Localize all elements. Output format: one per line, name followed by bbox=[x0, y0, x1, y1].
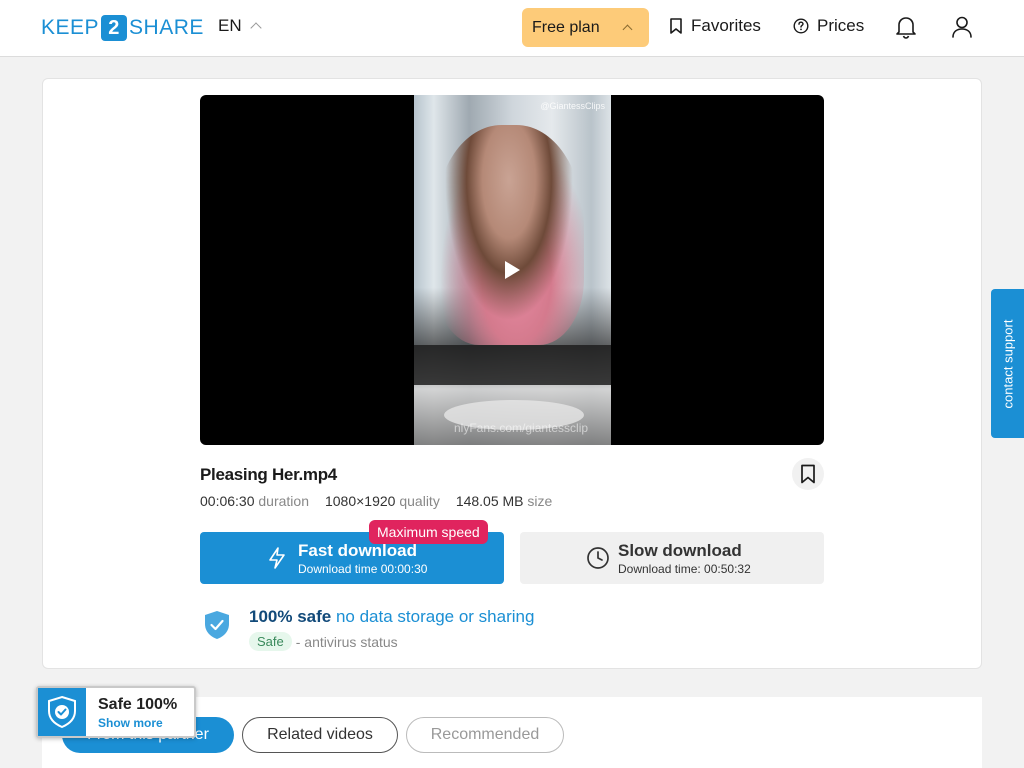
video-desk bbox=[414, 345, 611, 385]
maximum-speed-badge: Maximum speed bbox=[369, 520, 488, 544]
logo-text-left: KEEP bbox=[41, 16, 100, 39]
file-title: Pleasing Her.mp4 bbox=[200, 465, 337, 484]
file-meta: 00:06:30 duration 1080×1920 quality 148.… bbox=[200, 493, 552, 509]
prices-label: Prices bbox=[817, 16, 865, 35]
fast-download-time: Download time 00:00:30 bbox=[298, 562, 428, 576]
tab-related-videos[interactable]: Related videos bbox=[242, 717, 398, 753]
language-label: EN bbox=[218, 16, 242, 35]
safety-strong: 100% safe bbox=[249, 607, 332, 626]
safe-badge-show-more[interactable]: Show more bbox=[98, 716, 163, 730]
video-player[interactable]: @GiantessClips nlyFans.com/giantessclip bbox=[200, 95, 824, 445]
duration-value: 00:06:30 bbox=[200, 493, 255, 509]
antivirus-pill: Safe bbox=[249, 632, 292, 651]
bookmark-icon bbox=[801, 464, 815, 484]
clock-icon bbox=[587, 547, 609, 569]
plan-dropdown[interactable]: Free plan bbox=[522, 8, 649, 47]
bookmark-button[interactable] bbox=[792, 458, 824, 490]
chevron-up-icon bbox=[622, 24, 633, 35]
play-icon[interactable] bbox=[505, 261, 520, 279]
notifications-button[interactable] bbox=[895, 15, 917, 44]
duration-label: duration bbox=[258, 493, 309, 509]
safe-badge[interactable]: Safe 100% Show more bbox=[36, 686, 196, 738]
language-selector[interactable]: EN bbox=[218, 16, 262, 36]
contact-support-label: contact support bbox=[1000, 319, 1015, 408]
watermark-top: @GiantessClips bbox=[540, 101, 605, 111]
fast-download-title: Fast download bbox=[298, 541, 417, 560]
nav-prices[interactable]: Prices bbox=[793, 16, 864, 36]
meta-duration: 00:06:30 duration bbox=[200, 493, 309, 509]
user-icon bbox=[952, 16, 972, 38]
tab-recommended[interactable]: Recommended bbox=[406, 717, 564, 753]
size-label: size bbox=[527, 493, 553, 509]
video-subject bbox=[434, 125, 584, 345]
logo-two: 2 bbox=[101, 15, 128, 41]
shield-check-icon bbox=[48, 695, 76, 729]
contact-support-tab[interactable]: contact support bbox=[991, 289, 1024, 438]
logo-text-right: SHARE bbox=[129, 16, 204, 39]
account-button[interactable] bbox=[951, 15, 973, 44]
safe-badge-icon-box bbox=[38, 688, 86, 736]
nav-favorites[interactable]: Favorites bbox=[669, 16, 761, 36]
quality-value: 1080×1920 bbox=[324, 493, 396, 509]
safety-light: no data storage or sharing bbox=[335, 607, 535, 626]
bookmark-icon bbox=[670, 18, 682, 34]
chevron-up-icon bbox=[249, 22, 262, 34]
help-circle-icon bbox=[793, 18, 809, 34]
quality-label: quality bbox=[399, 493, 440, 509]
slow-download-button[interactable]: Slow download Download time: 00:50:32 bbox=[520, 532, 824, 584]
size-value: 148.05 MB bbox=[455, 493, 524, 509]
meta-quality: 1080×1920 quality bbox=[325, 493, 440, 509]
slow-download-time: Download time: 00:50:32 bbox=[618, 562, 751, 576]
slow-download-title: Slow download bbox=[618, 541, 742, 560]
plan-label: Free plan bbox=[532, 18, 600, 36]
meta-size: 148.05 MB size bbox=[456, 493, 553, 509]
safety-statement: 100% safe no data storage or sharing bbox=[249, 607, 534, 627]
top-header: KEEP 2 SHARE EN Free plan Favorites Prices bbox=[0, 0, 1024, 57]
shield-check-icon bbox=[205, 611, 229, 639]
antivirus-status: Safe - antivirus status bbox=[249, 632, 398, 651]
safe-badge-title: Safe 100% bbox=[98, 696, 178, 713]
bell-icon bbox=[896, 17, 916, 39]
watermark-bottom: nlyFans.com/giantessclip bbox=[454, 421, 589, 435]
lightning-icon bbox=[269, 547, 285, 569]
favorites-label: Favorites bbox=[691, 16, 761, 35]
logo[interactable]: KEEP 2 SHARE bbox=[41, 15, 204, 41]
antivirus-text: - antivirus status bbox=[295, 633, 398, 650]
